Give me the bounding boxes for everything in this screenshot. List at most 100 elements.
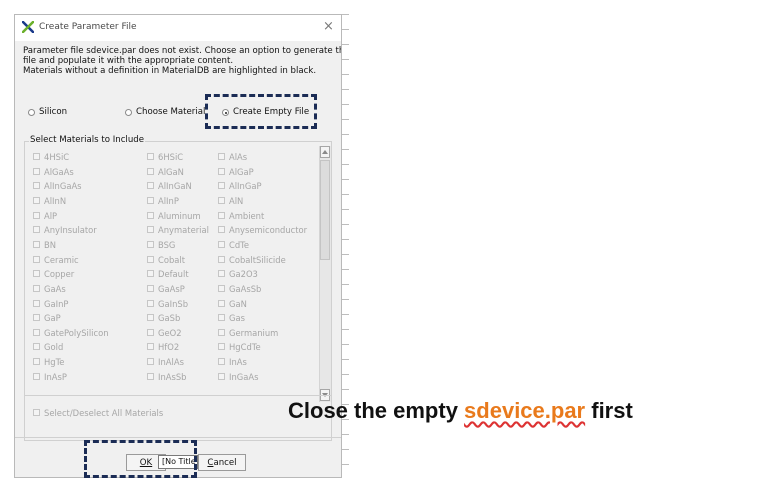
material-checkbox[interactable] (147, 240, 154, 248)
material-checkbox[interactable] (33, 182, 40, 190)
grid-tick (342, 164, 349, 165)
radio-choose-material[interactable]: Choose Material (125, 107, 215, 119)
grid-tick (342, 239, 349, 240)
material-checkbox[interactable] (147, 299, 154, 307)
grid-tick (342, 59, 349, 60)
material-checkbox[interactable] (147, 343, 154, 351)
material-checkbox[interactable] (147, 270, 154, 278)
material-checkbox[interactable] (218, 372, 225, 380)
grid-tick (342, 254, 349, 255)
material-checkbox[interactable] (147, 153, 154, 160)
material-checkbox[interactable] (218, 299, 225, 307)
material-checkbox[interactable] (218, 211, 225, 219)
material-checkbox[interactable] (147, 284, 154, 292)
material-checkbox[interactable] (147, 226, 154, 234)
material-label: Germanium (229, 327, 279, 338)
material-checkbox[interactable] (218, 314, 225, 322)
material-checkbox[interactable] (147, 328, 154, 336)
material-checkbox[interactable] (33, 314, 40, 322)
grid-tick (342, 434, 349, 435)
material-checkbox[interactable] (218, 196, 225, 204)
material-checkbox[interactable] (147, 182, 154, 190)
material-checkbox[interactable] (33, 328, 40, 336)
material-checkbox[interactable] (33, 167, 40, 175)
radio-label: Silicon (39, 107, 68, 117)
material-label: Default (158, 269, 189, 280)
material-checkbox[interactable] (33, 153, 40, 160)
material-checkbox[interactable] (218, 226, 225, 234)
material-checkbox[interactable] (218, 284, 225, 292)
material-label: Anysemiconductor (229, 225, 308, 236)
message-line-3: Materials without a definition in Materi… (23, 66, 317, 76)
material-label: AlAs (229, 152, 248, 162)
material-checkbox[interactable] (33, 211, 40, 219)
material-checkbox[interactable] (218, 240, 225, 248)
material-checkbox[interactable] (33, 284, 40, 292)
material-checkbox[interactable] (218, 167, 225, 175)
material-checkbox[interactable] (218, 343, 225, 351)
radio-silicon[interactable]: Silicon (28, 107, 98, 119)
material-label: AlGaAs (44, 166, 74, 177)
caption-text-before: Close the empty (288, 398, 465, 423)
select-all-checkbox[interactable]: Select/Deselect All Materials (33, 408, 183, 420)
material-label: InAsSb (158, 371, 187, 382)
material-label: InGaAs (229, 371, 259, 382)
cancel-button[interactable]: Cancel (198, 454, 246, 471)
material-checkbox[interactable] (218, 270, 225, 278)
material-label: AnyInsulator (44, 225, 97, 236)
material-checkbox[interactable] (33, 358, 40, 366)
grid-tick (342, 134, 349, 135)
material-checkbox[interactable] (218, 358, 225, 366)
close-icon[interactable]: × (323, 19, 334, 34)
grid-tick (342, 374, 349, 375)
material-checkbox[interactable] (33, 299, 40, 307)
create-empty-file-highlight (205, 94, 317, 129)
grid-tick (342, 449, 349, 450)
material-checkbox[interactable] (147, 372, 154, 380)
cancel-label: Cancel (207, 457, 237, 468)
material-label: GaInP (44, 298, 69, 309)
material-checkbox[interactable] (147, 314, 154, 322)
material-checkbox[interactable] (33, 226, 40, 234)
divider (15, 437, 341, 438)
radio-button[interactable] (28, 109, 35, 116)
material-label: 6HSiC (158, 152, 184, 162)
material-checkbox[interactable] (33, 240, 40, 248)
grid-tick (342, 74, 349, 75)
material-checkbox[interactable] (33, 343, 40, 351)
material-label: HgCdTe (229, 342, 261, 353)
material-checkbox[interactable] (33, 196, 40, 204)
material-checkbox[interactable] (147, 255, 154, 263)
material-label: AlInN (44, 195, 67, 206)
grid-tick (342, 89, 349, 90)
grid-tick (342, 299, 349, 300)
checkbox[interactable] (33, 409, 40, 416)
material-checkbox[interactable] (147, 196, 154, 204)
material-checkbox[interactable] (147, 211, 154, 219)
material-label: Gold (44, 342, 64, 353)
material-label: GaP (44, 313, 61, 324)
grid-tick (342, 194, 349, 195)
material-checkbox[interactable] (33, 255, 40, 263)
material-checkbox[interactable] (218, 153, 225, 160)
material-checkbox[interactable] (147, 358, 154, 366)
material-checkbox[interactable] (33, 372, 40, 380)
caption-filename: sdevice.par (464, 398, 586, 423)
scroll-up-icon[interactable] (320, 146, 330, 158)
scroll-thumb[interactable] (320, 160, 330, 260)
material-label: AlInGaP (229, 181, 262, 192)
grid-tick (342, 389, 349, 390)
material-label: BSG (158, 239, 176, 250)
material-label: Ga2O3 (229, 269, 258, 280)
select-all-label: Select/Deselect All Materials (44, 408, 164, 418)
material-checkbox[interactable] (218, 182, 225, 190)
material-label: GaAsP (158, 283, 185, 294)
material-checkbox[interactable] (218, 255, 225, 263)
material-checkbox[interactable] (218, 328, 225, 336)
material-label: InAlAs (158, 357, 184, 368)
material-checkbox[interactable] (33, 270, 40, 278)
material-label: 4HSiC (44, 152, 70, 162)
radio-button[interactable] (125, 109, 132, 116)
materials-group-label: Select Materials to Include (29, 135, 146, 145)
material-checkbox[interactable] (147, 167, 154, 175)
